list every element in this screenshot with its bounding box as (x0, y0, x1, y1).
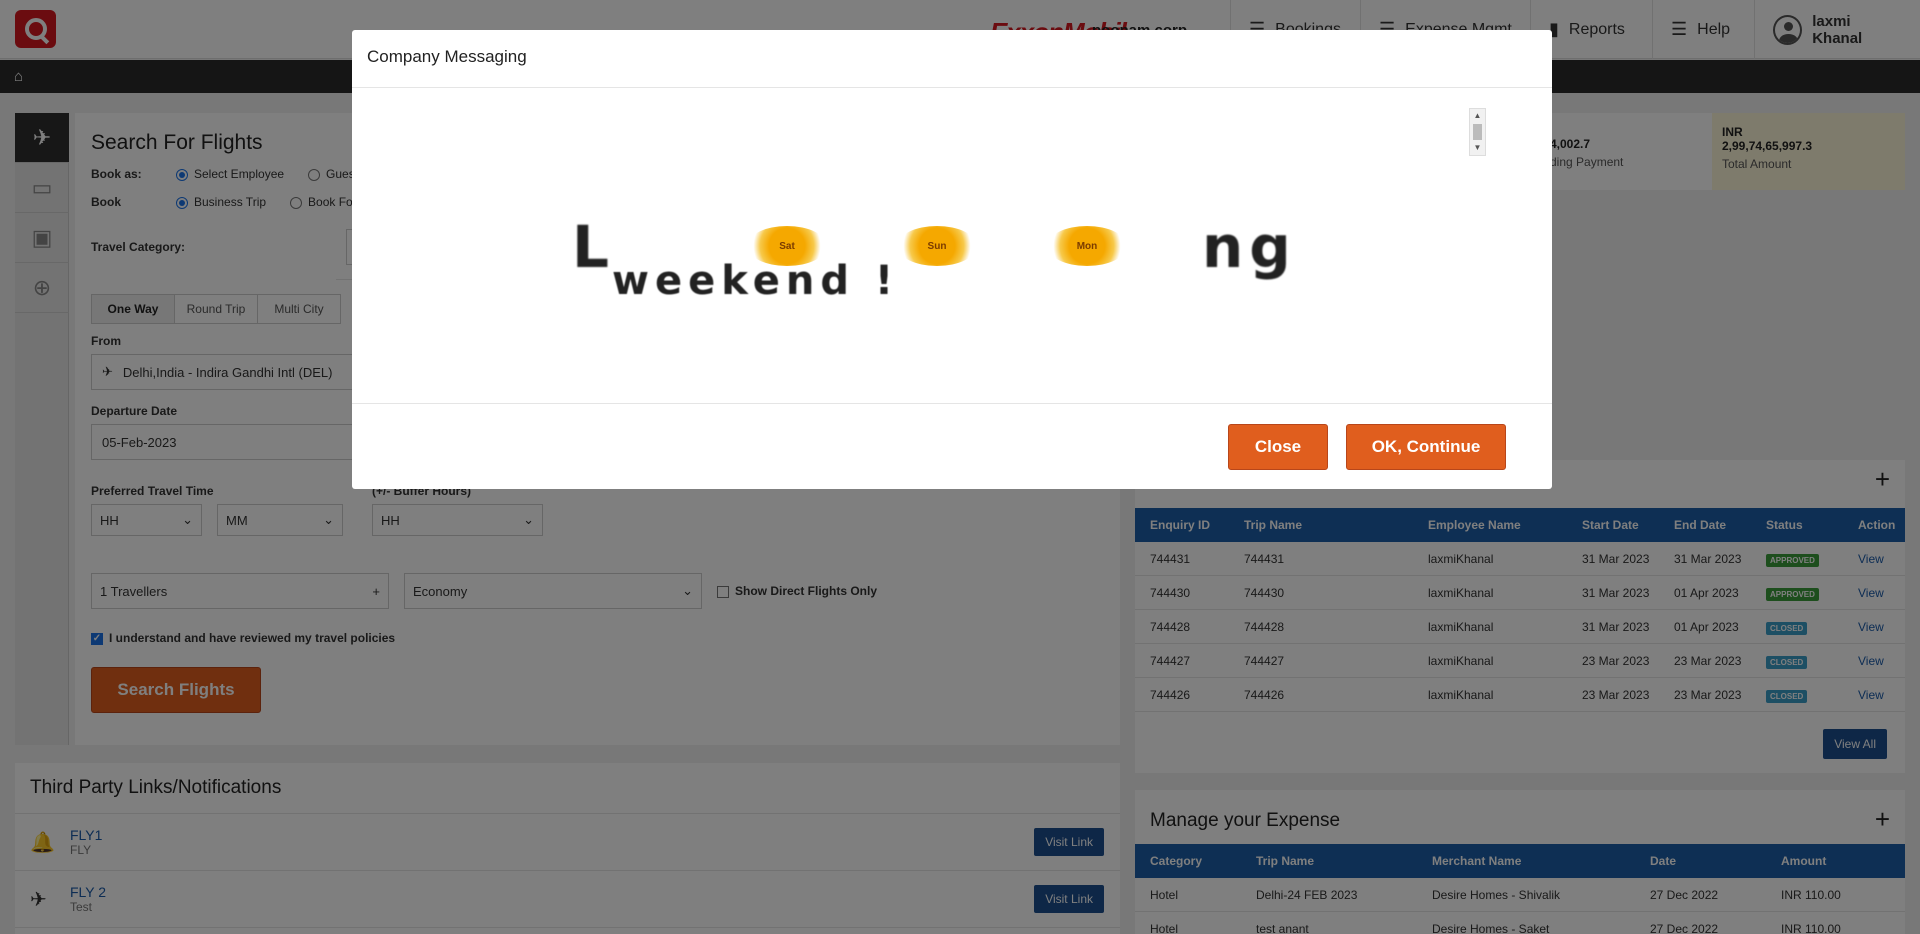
long-weekend-banner: L Sat Sun Mon ng weekend ! (382, 148, 1482, 348)
scroll-up-icon[interactable]: ▲ (1470, 109, 1485, 123)
close-button[interactable]: Close (1228, 424, 1328, 470)
scroll-thumb[interactable] (1473, 124, 1482, 140)
company-messaging-dialog: Company Messaging ▲ ▼ L Sat Sun Mon ng w… (352, 30, 1552, 489)
dialog-body: ▲ ▼ L Sat Sun Mon ng weekend ! (352, 88, 1552, 404)
sun-icon: Sun (897, 226, 977, 266)
dialog-footer: Close OK, Continue (352, 404, 1552, 489)
sun-icon: Mon (1047, 226, 1127, 266)
banner-letters: ng (1202, 213, 1297, 281)
ok-continue-button[interactable]: OK, Continue (1346, 424, 1506, 470)
dialog-title: Company Messaging (352, 30, 1552, 88)
banner-line-2: weekend ! (612, 258, 900, 304)
banner-letter: L (572, 213, 615, 281)
